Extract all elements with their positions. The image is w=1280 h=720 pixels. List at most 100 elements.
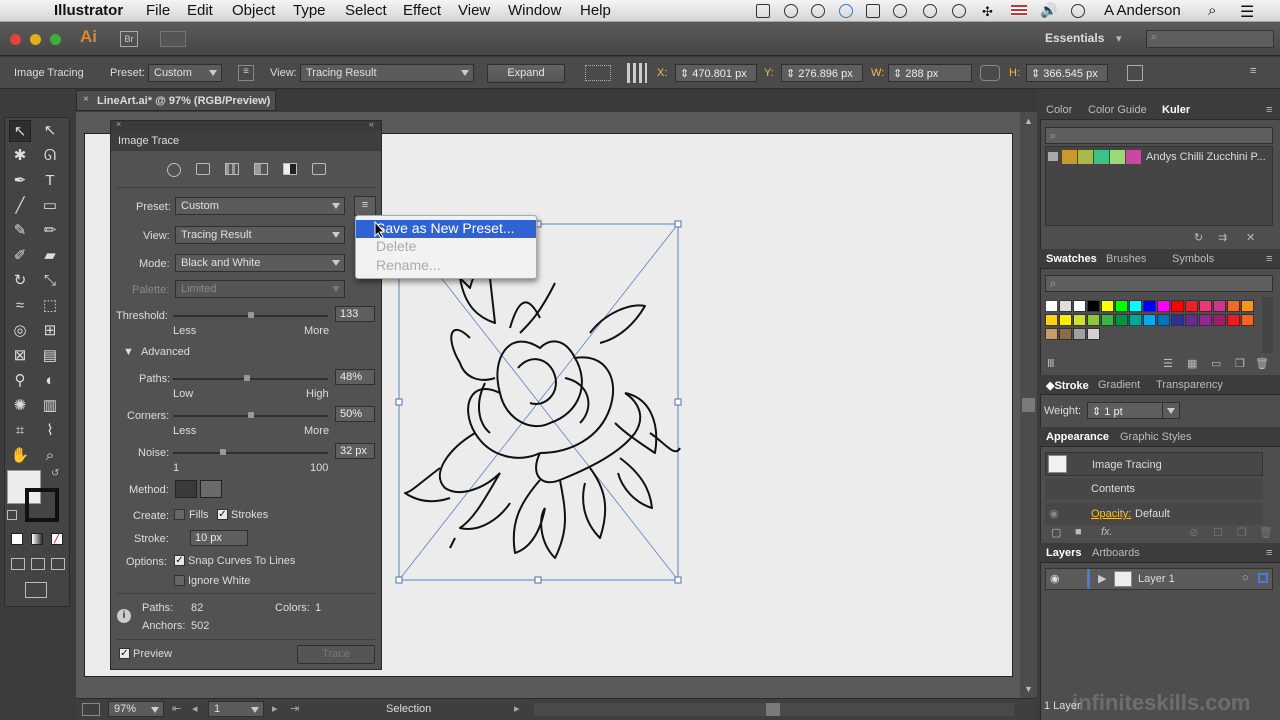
- slice-tool-icon[interactable]: ⌇: [39, 420, 61, 442]
- notification-list-icon[interactable]: ☰: [1240, 2, 1254, 22]
- color-swatch[interactable]: [1129, 300, 1142, 312]
- panel-title[interactable]: Image Trace: [111, 131, 381, 151]
- color-swatch[interactable]: [1213, 314, 1226, 326]
- stroke-width-field[interactable]: 10 px: [190, 530, 248, 546]
- help-search-input[interactable]: ⌕: [1146, 30, 1274, 48]
- volume-icon[interactable]: 🔊: [1040, 2, 1057, 19]
- menu-select[interactable]: Select: [345, 2, 387, 19]
- new-swatch-icon[interactable]: ❐: [1235, 357, 1245, 370]
- zoom-window-button[interactable]: [50, 34, 61, 45]
- paths-field[interactable]: 48%: [335, 369, 375, 385]
- low-color-icon[interactable]: [225, 163, 239, 175]
- document-info-icon[interactable]: [82, 703, 100, 716]
- bbox-handle[interactable]: [395, 398, 403, 406]
- color-swatch[interactable]: [1073, 328, 1086, 340]
- advanced-toggle[interactable]: ▼ Advanced: [123, 346, 190, 358]
- spotlight-icon[interactable]: ⌕: [1208, 2, 1216, 19]
- noise-field[interactable]: 32 px: [335, 443, 375, 459]
- preset-dropdown[interactable]: Custom: [148, 64, 222, 82]
- delete-swatch-icon[interactable]: 🗑: [1255, 357, 1269, 370]
- chevron-down-icon[interactable]: ▾: [1116, 32, 1122, 45]
- tab-artboards[interactable]: Artboards: [1092, 547, 1140, 559]
- layer-name[interactable]: Layer 1: [1138, 573, 1175, 585]
- rectangle-tool-icon[interactable]: ▭: [39, 195, 61, 217]
- scale-tool-icon[interactable]: ⤡: [39, 270, 61, 292]
- image-trace-panel-icon[interactable]: ≡: [238, 65, 254, 81]
- timer-icon[interactable]: [811, 4, 825, 18]
- color-swatch[interactable]: [1227, 314, 1240, 326]
- opacity-row[interactable]: ◉ Opacity: Default: [1045, 503, 1263, 525]
- first-artboard-icon[interactable]: ⇤: [172, 702, 181, 715]
- ignore-white-checkbox[interactable]: [174, 575, 185, 586]
- type-tool-icon[interactable]: T: [39, 170, 61, 192]
- kuler-theme-list[interactable]: Andys Chilli Zucchini P...: [1045, 146, 1273, 226]
- y-field[interactable]: ⇕ 276.896 px: [781, 64, 863, 82]
- bell-icon[interactable]: [866, 4, 880, 18]
- color-swatch[interactable]: [1171, 300, 1184, 312]
- none-swatch[interactable]: [1045, 300, 1058, 312]
- blend-tool-icon[interactable]: ◐: [39, 370, 61, 392]
- panel-header-bar[interactable]: × «: [111, 119, 381, 131]
- color-swatch[interactable]: [1227, 300, 1240, 312]
- kuler-swatch[interactable]: [1126, 150, 1141, 164]
- rename-preset-item[interactable]: Rename...: [376, 257, 441, 273]
- magic-wand-tool-icon[interactable]: ✱: [9, 145, 31, 167]
- color-swatch[interactable]: [1129, 314, 1142, 326]
- color-swatch[interactable]: [1115, 314, 1128, 326]
- panel-menu-icon[interactable]: ≡: [1250, 65, 1256, 77]
- dropbox-icon[interactable]: [839, 4, 853, 18]
- close-window-button[interactable]: [10, 34, 21, 45]
- trace-button[interactable]: Trace: [297, 645, 375, 664]
- color-swatch[interactable]: [1101, 314, 1114, 326]
- outline-icon[interactable]: [312, 163, 326, 175]
- tab-graphic-styles[interactable]: Graphic Styles: [1120, 431, 1192, 443]
- gradient-mode-icon[interactable]: [31, 533, 43, 545]
- panel-menu-icon[interactable]: ≡: [1266, 253, 1272, 265]
- overlapping-method-icon[interactable]: [200, 480, 222, 498]
- bbox-handle[interactable]: [395, 576, 403, 584]
- color-swatch[interactable]: [1157, 314, 1170, 326]
- accessibility-icon[interactable]: [923, 4, 937, 18]
- bbox-handle[interactable]: [534, 576, 542, 584]
- paths-slider-thumb[interactable]: [244, 375, 251, 381]
- grayscale-icon[interactable]: [254, 163, 268, 175]
- color-mode-icon[interactable]: [11, 533, 23, 545]
- tab-transparency[interactable]: Transparency: [1156, 379, 1223, 391]
- reduce-appearance-icon[interactable]: ☐: [1213, 526, 1223, 539]
- tab-swatches[interactable]: Swatches: [1046, 253, 1097, 265]
- line-tool-icon[interactable]: ╱: [9, 195, 31, 217]
- eraser-tool-icon[interactable]: ▰: [39, 245, 61, 267]
- delete-preset-item[interactable]: Delete: [376, 238, 416, 254]
- symbol-sprayer-tool-icon[interactable]: ✺: [9, 395, 31, 417]
- minimize-window-button[interactable]: [30, 34, 41, 45]
- kuler-browse-icon[interactable]: ⇉: [1218, 231, 1227, 244]
- clear-appearance-icon[interactable]: ⊘: [1189, 526, 1198, 539]
- color-swatch[interactable]: [1199, 300, 1212, 312]
- target-icon[interactable]: ○: [1242, 572, 1249, 584]
- time-machine-icon[interactable]: [952, 4, 966, 18]
- last-artboard-icon[interactable]: ⇥: [290, 702, 299, 715]
- color-swatch[interactable]: [1213, 300, 1226, 312]
- color-swatch[interactable]: [1143, 300, 1156, 312]
- tab-color[interactable]: Color: [1046, 104, 1072, 116]
- close-icon[interactable]: ✕: [1246, 231, 1255, 244]
- paths-slider[interactable]: [173, 378, 328, 380]
- add-fill-icon[interactable]: ■: [1075, 526, 1082, 538]
- high-color-icon[interactable]: [196, 163, 210, 175]
- color-swatch[interactable]: [1087, 328, 1100, 340]
- abutting-method-icon[interactable]: [175, 480, 197, 498]
- stroke-swatch[interactable]: [25, 488, 59, 522]
- snap-curves-checkbox[interactable]: ✓: [174, 555, 185, 566]
- black-and-white-icon[interactable]: [283, 163, 297, 175]
- lasso-tool-icon[interactable]: ᘏ: [39, 145, 61, 167]
- trace-preset-dropdown[interactable]: Custom: [175, 197, 345, 215]
- status-menu-icon[interactable]: ▸: [514, 702, 520, 715]
- x-field[interactable]: ⇕ 470.801 px: [675, 64, 757, 82]
- width-tool-icon[interactable]: ≈: [9, 295, 31, 317]
- tab-kuler[interactable]: Kuler: [1162, 104, 1190, 116]
- shape-builder-tool-icon[interactable]: ◎: [9, 320, 31, 342]
- w-field[interactable]: ⇕ 288 px: [888, 64, 972, 82]
- visibility-icon[interactable]: ◉: [1049, 507, 1059, 520]
- fills-checkbox[interactable]: [174, 509, 185, 520]
- color-swatch[interactable]: [1185, 314, 1198, 326]
